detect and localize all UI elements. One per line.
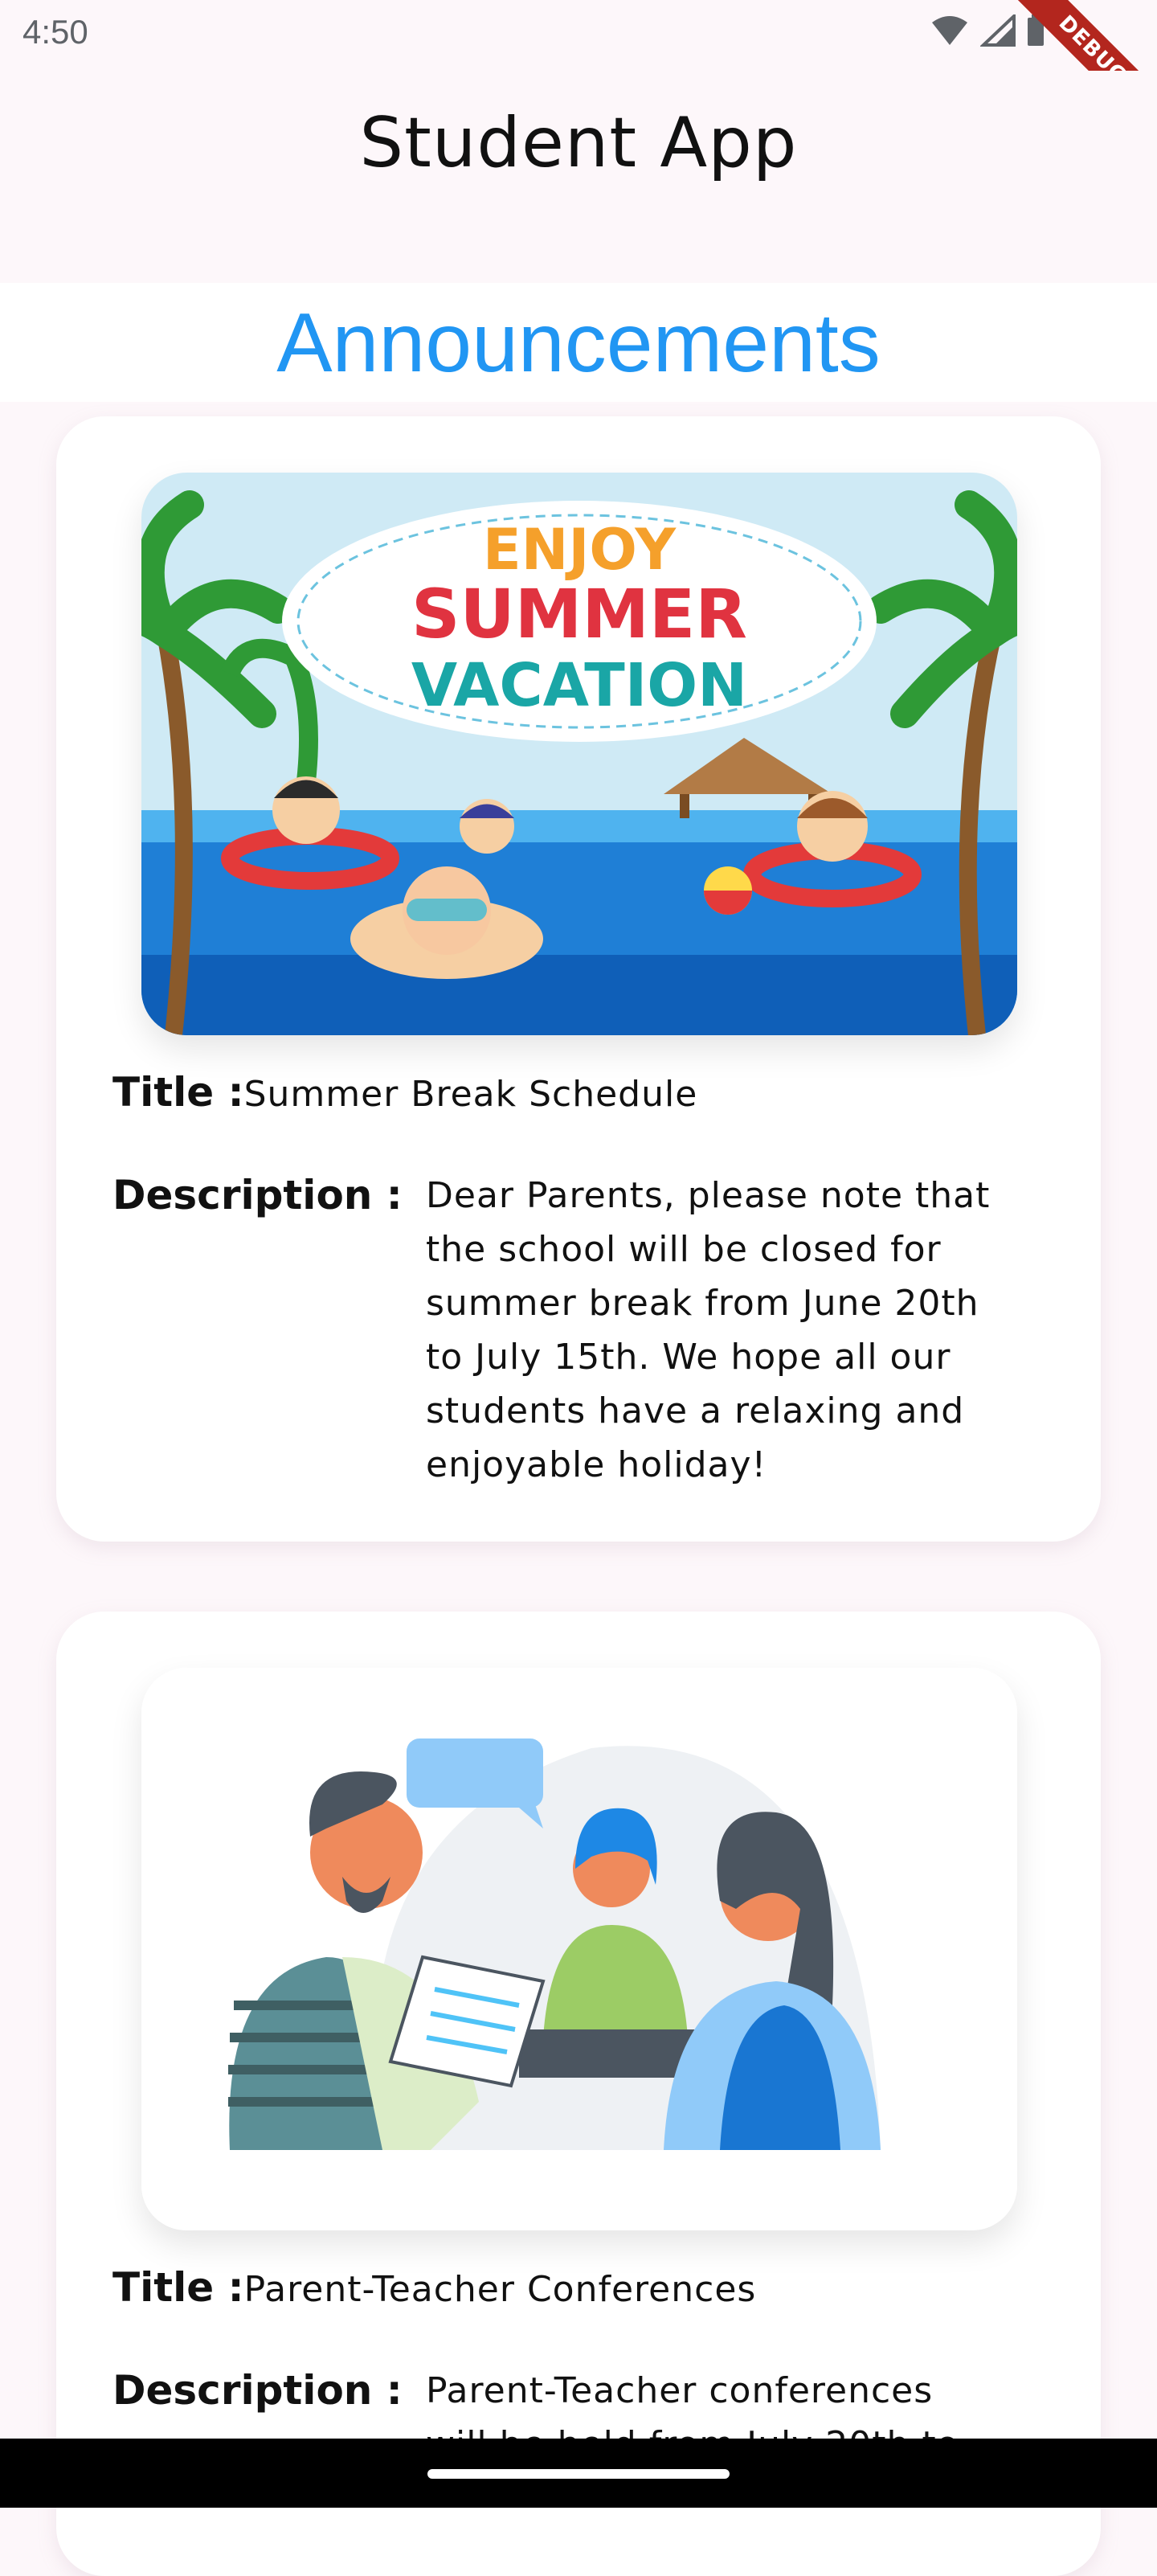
description-label: Description : [112,1172,403,1218]
description-line: enjoyable holiday! [426,1444,767,1485]
image-text-summer: SUMMER [411,575,747,653]
description-line: the school will be closed for [426,1229,942,1270]
description-line: students have a relaxing and [426,1390,965,1431]
parent-teacher-meeting-illustration [141,1668,1017,2230]
status-icons [930,14,1045,47]
announcement-title-row: Title : Parent-Teacher Conferences [112,2264,756,2311]
announcement-description: Dear Parents, please note that the schoo… [426,1169,1036,1492]
wifi-icon [932,16,967,45]
announcement-card[interactable]: Title : Parent-Teacher Conferences Descr… [56,1612,1101,2576]
description-label: Description : [112,2367,403,2414]
description-line: Parent-Teacher conferences [426,2370,934,2411]
app-title: Student App [359,103,798,183]
status-bar: 4:50 [0,0,1157,71]
navigation-bar [0,2439,1157,2508]
signal-icon [980,14,1016,47]
status-time: 4:50 [22,13,88,51]
title-label: Title : [112,1069,244,1116]
description-line: to July 15th. We hope all our [426,1337,951,1378]
announcement-card[interactable]: ENJOY SUMMER VACATION Title : Summer Bre… [56,416,1101,1542]
announcement-title-row: Title : Summer Break Schedule [112,1069,697,1116]
home-indicator[interactable] [427,2469,730,2479]
title-label: Title : [112,2264,244,2311]
app-bar: Student App [0,71,1157,223]
section-header: Announcements [0,283,1157,402]
announcement-title: Parent-Teacher Conferences [243,2269,757,2310]
image-text-enjoy: ENJOY [483,517,677,583]
announcement-title: Summer Break Schedule [243,1074,698,1115]
image-text-vacation: VACATION [411,651,747,720]
description-line: Dear Parents, please note that [426,1175,991,1216]
section-title: Announcements [276,297,881,390]
description-line: summer break from June 20th [426,1283,979,1324]
summer-vacation-illustration: ENJOY SUMMER VACATION [141,473,1017,1035]
